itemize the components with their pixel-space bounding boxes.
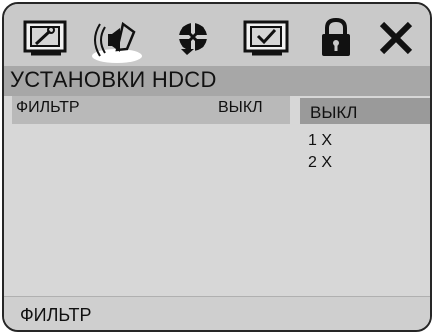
status-bar: ФИЛЬТР xyxy=(4,297,430,330)
icon-tab-bar xyxy=(4,4,430,66)
osd-window: УСТАНОВКИ HDCD ФИЛЬТР ВЫКЛ ВЫКЛ 1 X 2 X … xyxy=(2,2,432,332)
status-text: ФИЛЬТР xyxy=(20,305,92,325)
setting-row-filter[interactable]: ФИЛЬТР ВЫКЛ xyxy=(12,96,290,124)
tab-display[interactable] xyxy=(242,18,292,58)
option-1x[interactable]: 1 X xyxy=(308,132,332,150)
setting-value: ВЫКЛ xyxy=(218,99,263,116)
title-bar: УСТАНОВКИ HDCD xyxy=(4,66,430,96)
settings-panel: ФИЛЬТР ВЫКЛ ВЫКЛ 1 X 2 X xyxy=(4,96,430,297)
tab-exit[interactable] xyxy=(376,18,416,58)
option-2x[interactable]: 2 X xyxy=(308,154,332,172)
tab-parental[interactable] xyxy=(318,17,354,58)
close-icon xyxy=(379,21,413,55)
option-off[interactable]: ВЫКЛ xyxy=(310,103,357,123)
tab-general[interactable] xyxy=(22,18,70,58)
speaker-icon xyxy=(92,21,142,63)
setting-label: ФИЛЬТР xyxy=(16,99,80,116)
page-title: УСТАНОВКИ HDCD xyxy=(10,67,217,92)
tab-audio[interactable] xyxy=(90,18,146,63)
video-icon xyxy=(179,23,207,55)
tools-icon xyxy=(23,20,67,56)
lock-icon xyxy=(322,17,350,56)
tv-check-icon xyxy=(243,20,289,56)
tab-video[interactable] xyxy=(172,18,216,58)
